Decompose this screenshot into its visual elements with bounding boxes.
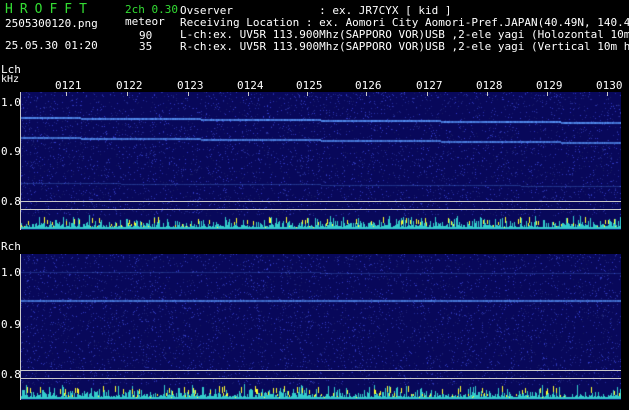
lch-baseline — [20, 201, 621, 202]
observer-line: Ovserver : ex. JR7CYX [ kid ] — [180, 4, 452, 17]
meteor-count-title: meteor — [125, 15, 165, 28]
lch-time-tick-mark — [366, 92, 367, 96]
time-tick: 0123 — [177, 79, 204, 92]
lch-freq-label: 1.0 — [1, 96, 21, 109]
lch-time-tick-mark — [66, 92, 67, 96]
time-tick: 0129 — [536, 79, 563, 92]
lch-time-tick-mark — [127, 92, 128, 96]
lch-time-tick-mark — [188, 92, 189, 96]
time-tick: 0126 — [355, 79, 382, 92]
time-tick: 0127 — [416, 79, 443, 92]
lch-time-tick-mark — [607, 92, 608, 96]
rch-freq-label: 1.0 — [1, 266, 21, 279]
capture-datetime: 25.05.30 01:20 — [5, 39, 98, 52]
rch-baseline — [20, 370, 621, 371]
time-tick: 0128 — [476, 79, 503, 92]
lch-time-tick-mark — [307, 92, 308, 96]
time-tick: 0130 — [596, 79, 623, 92]
location-line: Receiving Location : ex. Aomori City Aom… — [180, 16, 629, 29]
rch-meteor-count: 35 — [139, 40, 153, 53]
lch-receiver-line: L-ch:ex. UV5R 113.900Mhz(SAPPORO VOR)USB… — [180, 28, 629, 41]
app-title: HROFFT — [5, 2, 94, 17]
rch-freq-label: 0.8 — [1, 368, 21, 381]
rch-panel-label: Rch — [1, 240, 21, 253]
lch-freq-label: 0.9 — [1, 145, 21, 158]
lch-time-tick-mark — [487, 92, 488, 96]
hrofft-window: HROFFT 2ch 0.30 2505300120.png meteor 90… — [0, 0, 629, 410]
rch-freq-label: 0.9 — [1, 318, 21, 331]
image-filename: 2505300120.png — [5, 17, 98, 30]
rch-receiver-line: R-ch:ex. UV5R 113.900Mhz(SAPPORO VOR)USB… — [180, 40, 629, 53]
lch-time-tick-mark — [427, 92, 428, 96]
time-tick: 0122 — [116, 79, 143, 92]
mode-label: 2ch 0.30 — [125, 3, 178, 16]
lch-time-tick-mark — [248, 92, 249, 96]
time-tick: 0124 — [237, 79, 264, 92]
lch-freq-label: 0.8 — [1, 195, 21, 208]
rch-baseline-lower — [20, 378, 621, 379]
lch-time-tick-mark — [547, 92, 548, 96]
time-tick: 0121 — [55, 79, 82, 92]
time-tick: 0125 — [296, 79, 323, 92]
lch-baseline-lower — [20, 209, 621, 210]
frequency-unit-label: kHz — [1, 74, 20, 85]
